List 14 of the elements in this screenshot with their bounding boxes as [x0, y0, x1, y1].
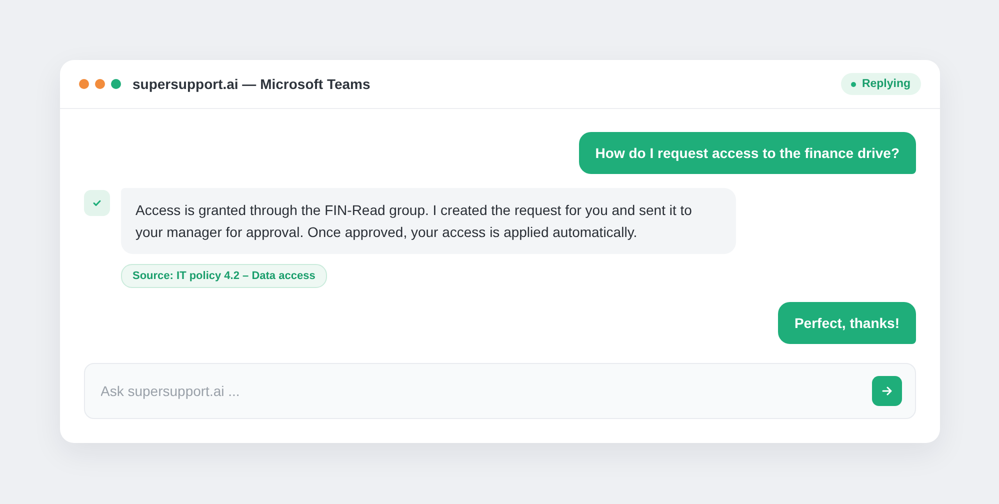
message-input[interactable]: Ask supersupport.ai ...	[98, 382, 872, 400]
user-message-bubble: Perfect, thanks!	[778, 302, 916, 344]
source-tag[interactable]: Source: IT policy 4.2 – Data access	[120, 264, 328, 288]
bot-message-bubble: Access is granted through the FIN-Read group. I created the request for you and sent it to your manager for approval. Once approved, your access is applied automatically.	[120, 188, 736, 254]
window-title: supersupport.ai — Microsoft Teams	[132, 76, 372, 92]
message-input-field[interactable]: Ask supersupport.ai ...	[84, 363, 916, 419]
window-control-dot[interactable]	[94, 79, 104, 89]
send-button[interactable]	[872, 376, 902, 406]
check-icon	[84, 190, 110, 216]
status-badge: Replying	[840, 73, 920, 95]
window-control-dot[interactable]	[110, 79, 120, 89]
arrow-icon	[880, 385, 892, 397]
user-message-bubble: How do I request access to the finance drive?	[579, 132, 916, 174]
window-control-dot[interactable]	[78, 79, 88, 89]
